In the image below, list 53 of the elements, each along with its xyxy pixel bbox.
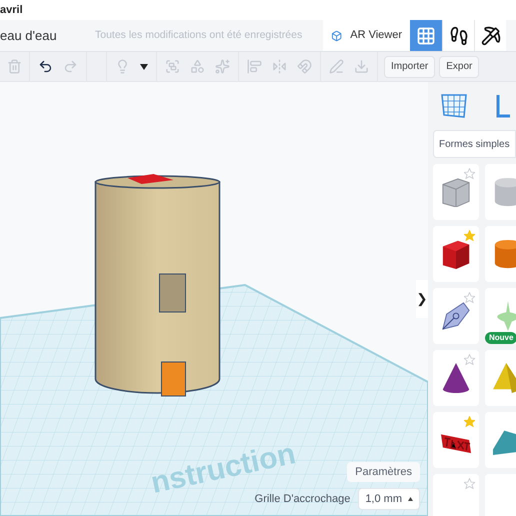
workplane-grid-icon[interactable]: [440, 93, 468, 119]
lightbulb-icon[interactable]: [115, 59, 130, 74]
hole-cylinder-icon: [493, 177, 516, 207]
footprints-icon: [448, 26, 468, 46]
shape-tile[interactable]: Nouve: [485, 288, 516, 344]
breadcrumb[interactable]: avril: [0, 2, 23, 18]
snap-grid-label: Grille D'accrochage: [254, 492, 350, 507]
sparkle-icon[interactable]: [215, 59, 230, 74]
caret-icon[interactable]: [140, 64, 148, 70]
pyramid-icon: [493, 363, 516, 393]
pen-icon[interactable]: [329, 59, 344, 74]
new-badge: Nouve: [485, 332, 516, 344]
redo-icon[interactable]: [63, 59, 78, 74]
shape-tile[interactable]: [433, 474, 479, 516]
shape-tile[interactable]: [433, 350, 479, 406]
star-icon[interactable]: [464, 168, 475, 179]
view-mode-button[interactable]: [442, 20, 474, 51]
align-icon[interactable]: [247, 59, 262, 74]
download-icon[interactable]: [354, 59, 369, 74]
ruler-icon[interactable]: [496, 94, 510, 118]
snap-grid-select[interactable]: 1,0 mm: [358, 488, 420, 510]
shape-tile[interactable]: [433, 412, 479, 468]
shape-tile[interactable]: [433, 288, 479, 344]
star-icon[interactable]: [464, 230, 475, 241]
star-icon[interactable]: [464, 354, 475, 365]
hole-box-icon: [441, 177, 471, 207]
import-button[interactable]: Importer: [384, 56, 436, 78]
magnet-icon[interactable]: [297, 59, 312, 74]
mirror-icon[interactable]: [272, 59, 287, 74]
ar-viewer-button[interactable]: AR Viewer: [323, 20, 410, 51]
delete-icon[interactable]: [7, 59, 22, 74]
export-button[interactable]: Expor: [439, 56, 480, 78]
shape-tile[interactable]: [433, 226, 479, 282]
pen-nib-icon: [441, 301, 471, 331]
star-icon[interactable]: [464, 416, 475, 427]
category-dropdown[interactable]: Formes simples: [433, 130, 516, 158]
save-status: Toutes les modifications ont été enregistrées: [95, 28, 304, 43]
star-icon[interactable]: [464, 478, 475, 489]
design-title[interactable]: eau d'eau: [0, 26, 95, 46]
caret-icon: [408, 497, 413, 501]
pickaxe-icon: [480, 26, 500, 46]
group-icon[interactable]: [165, 59, 180, 74]
cylinder-icon: [493, 239, 516, 269]
settings-button[interactable]: Paramètres: [347, 462, 420, 482]
undo-icon[interactable]: [38, 59, 53, 74]
shapes-icon[interactable]: [190, 59, 205, 74]
cone-icon: [441, 363, 471, 393]
shape-tile[interactable]: [433, 164, 479, 220]
panel-collapse-toggle[interactable]: ❯: [416, 280, 428, 318]
view-mode-button[interactable]: [474, 20, 506, 51]
star-icon[interactable]: [464, 292, 475, 303]
grid-icon: [416, 26, 436, 46]
box-icon: [441, 239, 471, 269]
